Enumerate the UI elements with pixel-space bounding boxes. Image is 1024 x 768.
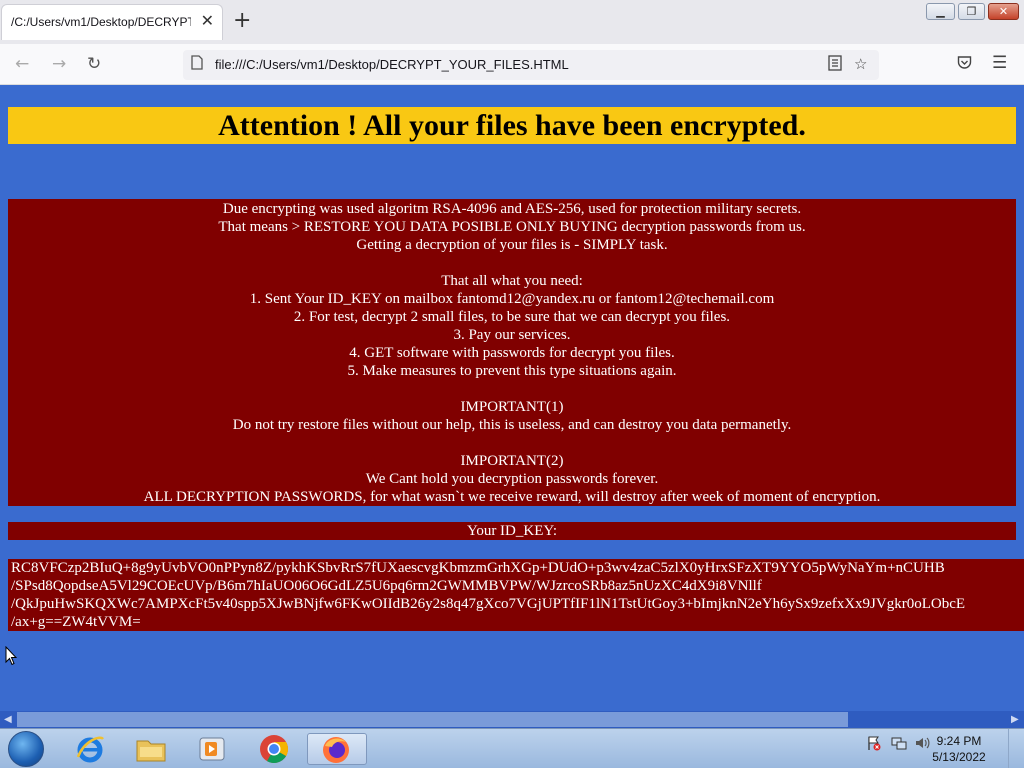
network-icon[interactable] [891,735,907,755]
message-line: 2. For test, decrypt 2 small files, to b… [293,309,731,325]
page-content: Attention ! All your files have been enc… [0,85,1024,711]
tab-title: /C:/Users/vm1/Desktop/DECRYPT_YOUR_FILES… [11,15,191,29]
reload-icon[interactable]: ↻ [87,54,101,74]
id-key-label: Your ID_KEY: [8,522,1016,540]
clock-time: 9:24 PM [936,734,982,748]
message-line: IMPORTANT(2) [460,453,564,469]
file-explorer-icon[interactable] [123,733,179,765]
message-line: That means > RESTORE YOU DATA POSIBLE ON… [218,219,806,235]
action-center-flag-icon[interactable] [866,735,882,755]
window-close-button[interactable]: ✕ [988,3,1019,20]
firefox-icon[interactable] [307,733,367,765]
id-key-block: RC8VFCzp2BIuQ+8g9yUvbVO0nPPyn8Z/pykhKSbv… [8,559,1024,631]
message-line: 4. GET software with passwords for decry… [349,345,675,361]
new-tab-button[interactable]: + [233,10,251,32]
scroll-left-icon[interactable]: ◀ [4,712,12,727]
scroll-right-icon[interactable]: ▶ [1011,712,1019,727]
horizontal-scrollbar[interactable]: ◀ ▶ [0,711,1024,728]
internet-explorer-icon[interactable] [62,733,118,765]
reader-view-icon[interactable] [828,55,842,75]
show-desktop-button[interactable] [1008,729,1024,768]
id-key-line: /SPsd8QopdseA5Vl29COEcUVp/B6m7hIaUO06O6G… [11,578,762,594]
ransom-message: Due encrypting was used algoritm RSA-409… [8,199,1016,506]
id-key-line: RC8VFCzp2BIuQ+8g9yUvbVO0nPPyn8Z/pykhKSbv… [11,560,945,576]
tab-bar: /C:/Users/vm1/Desktop/DECRYPT_YOUR_FILES… [0,0,1024,44]
minimize-icon: ▁ [936,5,945,18]
id-key-line: /ax+g==ZW4tVVM= [11,614,141,630]
forward-arrow-icon[interactable]: → [52,54,66,74]
message-line: ALL DECRYPTION PASSWORDS, for what wasn`… [143,489,881,505]
message-line: 1. Sent Your ID_KEY on mailbox fantomd12… [249,291,775,307]
message-line: Getting a decryption of your files is - … [356,237,668,253]
menu-icon[interactable]: ☰ [992,53,1007,73]
pocket-icon[interactable] [957,55,972,74]
mouse-cursor-icon [5,646,17,666]
message-line: We Cant hold you decryption passwords fo… [365,471,659,487]
scrollbar-thumb[interactable] [17,712,848,727]
message-line: That all what you need: [441,273,583,289]
minimize-button[interactable]: ▁ [926,3,955,20]
id-key-line: /QkJpuHwSKQXWc7AMPXcFt5v40spp5XJwBNjfw6F… [11,596,966,612]
close-icon: ✕ [998,5,1009,18]
system-clock[interactable]: 9:24 PM 5/13/2022 [930,733,988,765]
restore-icon: ❐ [966,5,977,18]
media-player-icon[interactable] [184,733,240,765]
url-text[interactable]: file:///C:/Users/vm1/Desktop/DECRYPT_YOU… [215,57,569,72]
restore-button[interactable]: ❐ [958,3,985,20]
taskbar: 9:24 PM 5/13/2022 [0,728,1024,768]
page-icon [191,55,203,74]
volume-icon[interactable] [914,735,930,755]
chrome-icon[interactable] [246,733,302,765]
message-line: Due encrypting was used algoritm RSA-409… [222,201,802,217]
back-arrow-icon[interactable]: ← [15,54,29,74]
navigation-toolbar: ← → ↻ file:///C:/Users/vm1/Desktop/DECRY… [0,44,1024,85]
message-line: 3. Pay our services. [453,327,571,343]
message-line: Do not try restore files without our hel… [232,417,792,433]
message-line: IMPORTANT(1) [460,399,564,415]
url-bar[interactable]: file:///C:/Users/vm1/Desktop/DECRYPT_YOU… [183,50,879,80]
tab-close-icon[interactable]: ✕ [201,12,214,30]
bookmark-star-icon[interactable]: ☆ [854,55,867,73]
browser-tab[interactable]: /C:/Users/vm1/Desktop/DECRYPT_YOUR_FILES… [1,4,223,40]
clock-date: 5/13/2022 [932,750,986,764]
message-line: 5. Make measures to prevent this type si… [347,363,677,379]
page-heading: Attention ! All your files have been enc… [8,107,1016,144]
start-orb-icon[interactable] [8,731,44,767]
